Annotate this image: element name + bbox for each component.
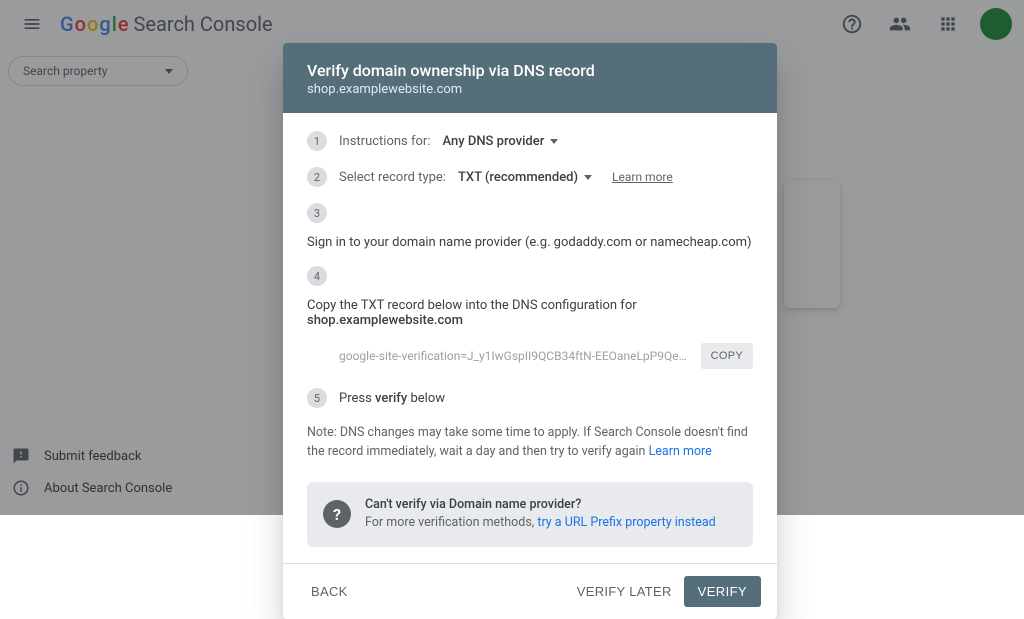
alt-verify-infobox: ? Can't verify via Domain name provider?… <box>307 482 753 548</box>
step-2: 2 Select record type: TXT (recommended) … <box>307 167 753 187</box>
step-badge: 1 <box>307 131 327 151</box>
dns-note: Note: DNS changes may take some time to … <box>307 424 753 462</box>
help-icon: ? <box>323 500 351 528</box>
step-3-text: Sign in to your domain name provider (e.… <box>307 235 752 250</box>
step-5-text: Press verify below <box>339 391 445 406</box>
record-type-dropdown[interactable]: TXT (recommended) <box>458 170 592 185</box>
step-3: 3 Sign in to your domain name provider (… <box>307 203 753 250</box>
verify-ownership-modal: Verify domain ownership via DNS record s… <box>283 43 777 619</box>
chevron-down-icon <box>584 175 592 180</box>
step-badge: 3 <box>307 203 327 223</box>
infobox-title: Can't verify via Domain name provider? <box>365 496 716 515</box>
modal-body: 1 Instructions for: Any DNS provider 2 S… <box>283 113 777 563</box>
step-2-label: Select record type: <box>339 170 446 185</box>
learn-more-link[interactable]: Learn more <box>649 444 712 459</box>
modal-header: Verify domain ownership via DNS record s… <box>283 43 777 113</box>
dns-provider-value: Any DNS provider <box>442 134 544 149</box>
step-1-label: Instructions for: <box>339 134 430 149</box>
learn-more-link[interactable]: Learn more <box>612 170 673 184</box>
txt-record-input[interactable] <box>339 340 693 372</box>
copy-button[interactable]: COPY <box>701 343 753 369</box>
verify-button[interactable]: VERIFY <box>684 576 761 607</box>
step-4-text: Copy the TXT record below into the DNS c… <box>307 298 753 328</box>
modal-domain: shop.examplewebsite.com <box>307 82 753 97</box>
step-4: 4 Copy the TXT record below into the DNS… <box>307 266 753 328</box>
back-button[interactable]: BACK <box>299 576 360 607</box>
step-badge: 4 <box>307 266 327 286</box>
chevron-down-icon <box>550 139 558 144</box>
infobox-text: Can't verify via Domain name provider? F… <box>365 496 716 534</box>
dns-provider-dropdown[interactable]: Any DNS provider <box>442 134 558 149</box>
verify-later-button[interactable]: VERIFY LATER <box>565 576 684 607</box>
step-badge: 2 <box>307 167 327 187</box>
modal-footer: BACK VERIFY LATER VERIFY <box>283 563 777 619</box>
step-1: 1 Instructions for: Any DNS provider <box>307 131 753 151</box>
step-5: 5 Press verify below <box>307 388 753 408</box>
record-type-value: TXT (recommended) <box>458 170 578 185</box>
modal-title: Verify domain ownership via DNS record <box>307 61 753 80</box>
url-prefix-link[interactable]: try a URL Prefix property instead <box>537 515 715 530</box>
txt-record-row: COPY <box>339 340 753 372</box>
step-badge: 5 <box>307 388 327 408</box>
